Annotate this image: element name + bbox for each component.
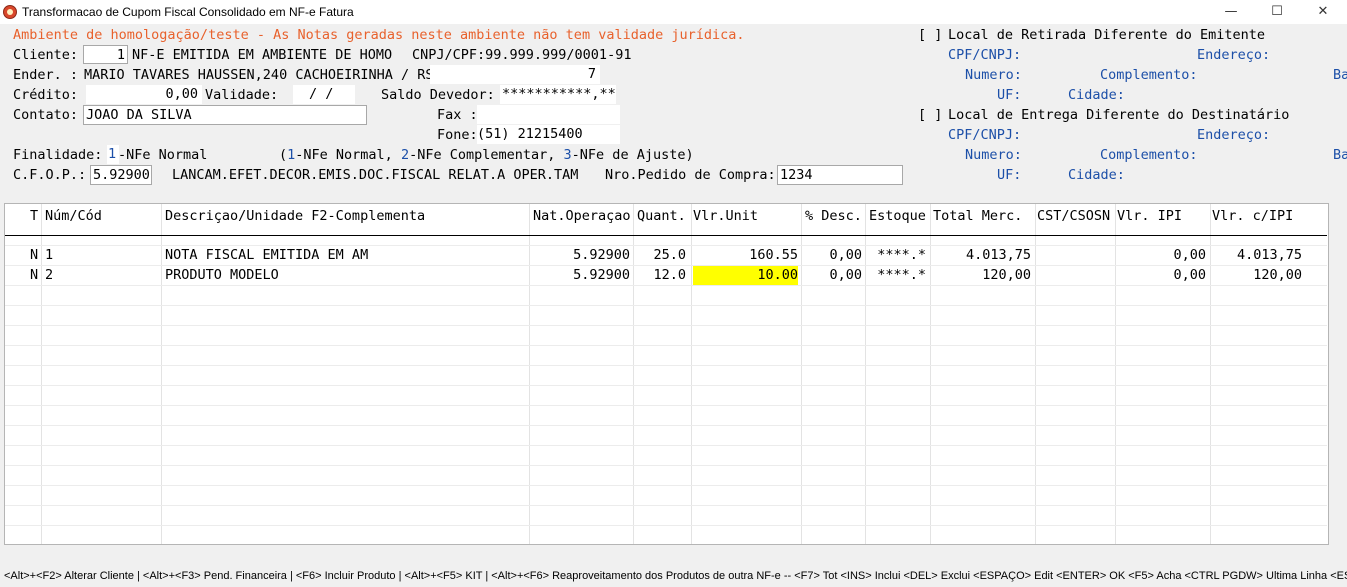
fone-field[interactable]: (51) 21215400 [477,125,620,144]
finalidade-code: 1 [108,146,117,162]
pedido-field[interactable]: 1234 [777,165,903,185]
saldo-value: ***********,** [502,86,616,102]
cliente-label: Cliente: [13,47,79,63]
fone-label: Fone: [437,127,478,143]
row-ipi: 0,00 [1173,267,1206,283]
items-grid[interactable]: T Núm/Cód Descriçao/Unidade F2-Complemen… [4,203,1329,545]
retirada-numero-label: Numero: [965,67,1022,83]
minimize-button[interactable]: — [1208,0,1254,24]
column-header-vlr-c-ipi: Vlr. c/IPI [1212,208,1294,224]
contato-field[interactable]: JOAO DA SILVA [83,105,367,125]
title-bar: Transformacao de Cupom Fiscal Consolidad… [0,0,1347,24]
cfop-label: C.F.O.P.: [13,167,87,183]
contato-label: Contato: [13,107,79,123]
validade-value: / / [309,86,334,102]
fone-value: (51) 21215400 [477,126,583,142]
row-nat-operacao: 5.92900 [573,247,630,263]
column-header-nat-operacao: Nat.Operaçao [533,208,631,224]
column-header-descricao: Descriçao/Unidade F2-Complementa [165,208,426,224]
row-description: NOTA FISCAL EMITIDA EM AM [165,247,369,263]
ender-number-field[interactable]: 7 [430,65,600,84]
entrega-cpf-label: CPF/CNPJ: [948,127,1022,143]
row-total-ipi: 4.013,75 [1236,247,1302,263]
retirada-uf-label: UF: [997,87,1022,103]
cfop-field[interactable]: 5.92900 [90,165,152,185]
retirada-title: Local de Retirada Diferente do Emitente [948,27,1265,43]
validade-label: Validade: [205,87,279,103]
cfop-desc: LANCAM.EFET.DECOR.EMIS.DOC.FISCAL RELAT.… [172,167,579,183]
column-header-num: Núm/Cód [45,208,102,224]
fax-label: Fax : [437,107,478,123]
row-total-merc: 120,00 [982,267,1031,283]
contato-value: JOAO DA SILVA [86,107,192,123]
cnpj-value: CNPJ/CPF:99.999.999/0001-91 [412,47,632,63]
retirada-complemento-label: Complemento: [1100,67,1198,83]
retirada-cidade-label: Cidade: [1068,87,1125,103]
finalidade-desc: -NFe Normal [118,147,208,163]
row-unit-price: 160.55 [749,247,798,263]
entrega-cidade-label: Cidade: [1068,167,1125,183]
fax-field[interactable] [477,105,620,124]
cliente-code-value: 1 [116,47,125,63]
column-header-vlr-unit: Vlr.Unit [693,208,759,224]
row-discount: 0,00 [829,267,862,283]
column-header-quant: Quant. [637,208,686,224]
retirada-bairro-label: Ba [1333,67,1347,83]
cliente-name: NF-E EMITIDA EM AMBIENTE DE HOMO [132,47,393,63]
row-description: PRODUTO MODELO [165,267,279,283]
entrega-endereco-label: Endereço: [1197,127,1271,143]
shortcut-help-bar: <Alt>+<F2> Alterar Cliente | <Alt>+<F3> … [4,570,1347,582]
row-type: N [30,247,39,263]
row-quantity: 25.0 [653,247,686,263]
entrega-title: Local de Entrega Diferente do Destinatár… [948,107,1290,123]
close-button[interactable]: ✕ [1300,0,1346,24]
row-num: 2 [45,267,54,283]
row-type: N [30,267,39,283]
environment-warning: Ambiente de homologação/teste - As Notas… [13,27,745,43]
finalidade-label: Finalidade: [13,147,103,163]
pedido-value: 1234 [780,167,813,183]
row-quantity: 12.0 [653,267,686,283]
entrega-numero-label: Numero: [965,147,1022,163]
maximize-button[interactable]: ☐ [1254,0,1300,24]
cfop-value: 5.92900 [93,167,150,183]
retirada-endereco-label: Endereço: [1197,47,1271,63]
ender-label: Ender. : [13,67,79,83]
saldo-label: Saldo Devedor: [381,87,495,103]
validade-field[interactable]: / / [293,85,355,104]
saldo-field: ***********,** [500,85,616,104]
entrega-complemento-label: Complemento: [1100,147,1198,163]
row-total-merc: 4.013,75 [965,247,1031,263]
ender-value: MARIO TAVARES HAUSSEN,240 CACHOEIRINHA /… [84,67,434,83]
cliente-code-field[interactable]: 1 [83,45,128,64]
row-nat-operacao: 5.92900 [573,267,630,283]
row-ipi: 0,00 [1173,247,1206,263]
entrega-uf-label: UF: [997,167,1022,183]
row-num: 1 [45,247,54,263]
pedido-label: Nro.Pedido de Compra: [605,167,776,183]
column-header-cst: CST/CSOSN [1037,208,1111,224]
credito-field[interactable]: 0,00 [86,85,202,104]
window-title: Transformacao de Cupom Fiscal Consolidad… [22,5,354,19]
column-header-total-merc: Total Merc. [933,208,1023,224]
row-estoque: ****.* [877,267,926,283]
credito-value: 0,00 [165,86,198,102]
row-estoque: ****.* [877,247,926,263]
column-header-t: T [30,208,39,224]
finalidade-hint: (1-NFe Normal, 2-NFe Complementar, 3-NFe… [279,147,694,163]
column-header-estoque: Estoque [869,208,926,224]
row-total-ipi: 120,00 [1253,267,1302,283]
entrega-checkbox[interactable]: [ ] [918,107,942,123]
credito-label: Crédito: [13,87,79,103]
row-discount: 0,00 [829,247,862,263]
column-header-desc: % Desc. [805,208,862,224]
app-icon [3,5,17,19]
ender-number-value: 7 [587,66,596,82]
entrega-bairro-label: Ba [1333,147,1347,163]
row-unit-price[interactable]: 10.00 [757,267,798,283]
retirada-cpf-label: CPF/CNPJ: [948,47,1022,63]
retirada-checkbox[interactable]: [ ] [918,27,942,43]
column-header-vlr-ipi: Vlr. IPI [1117,208,1183,224]
